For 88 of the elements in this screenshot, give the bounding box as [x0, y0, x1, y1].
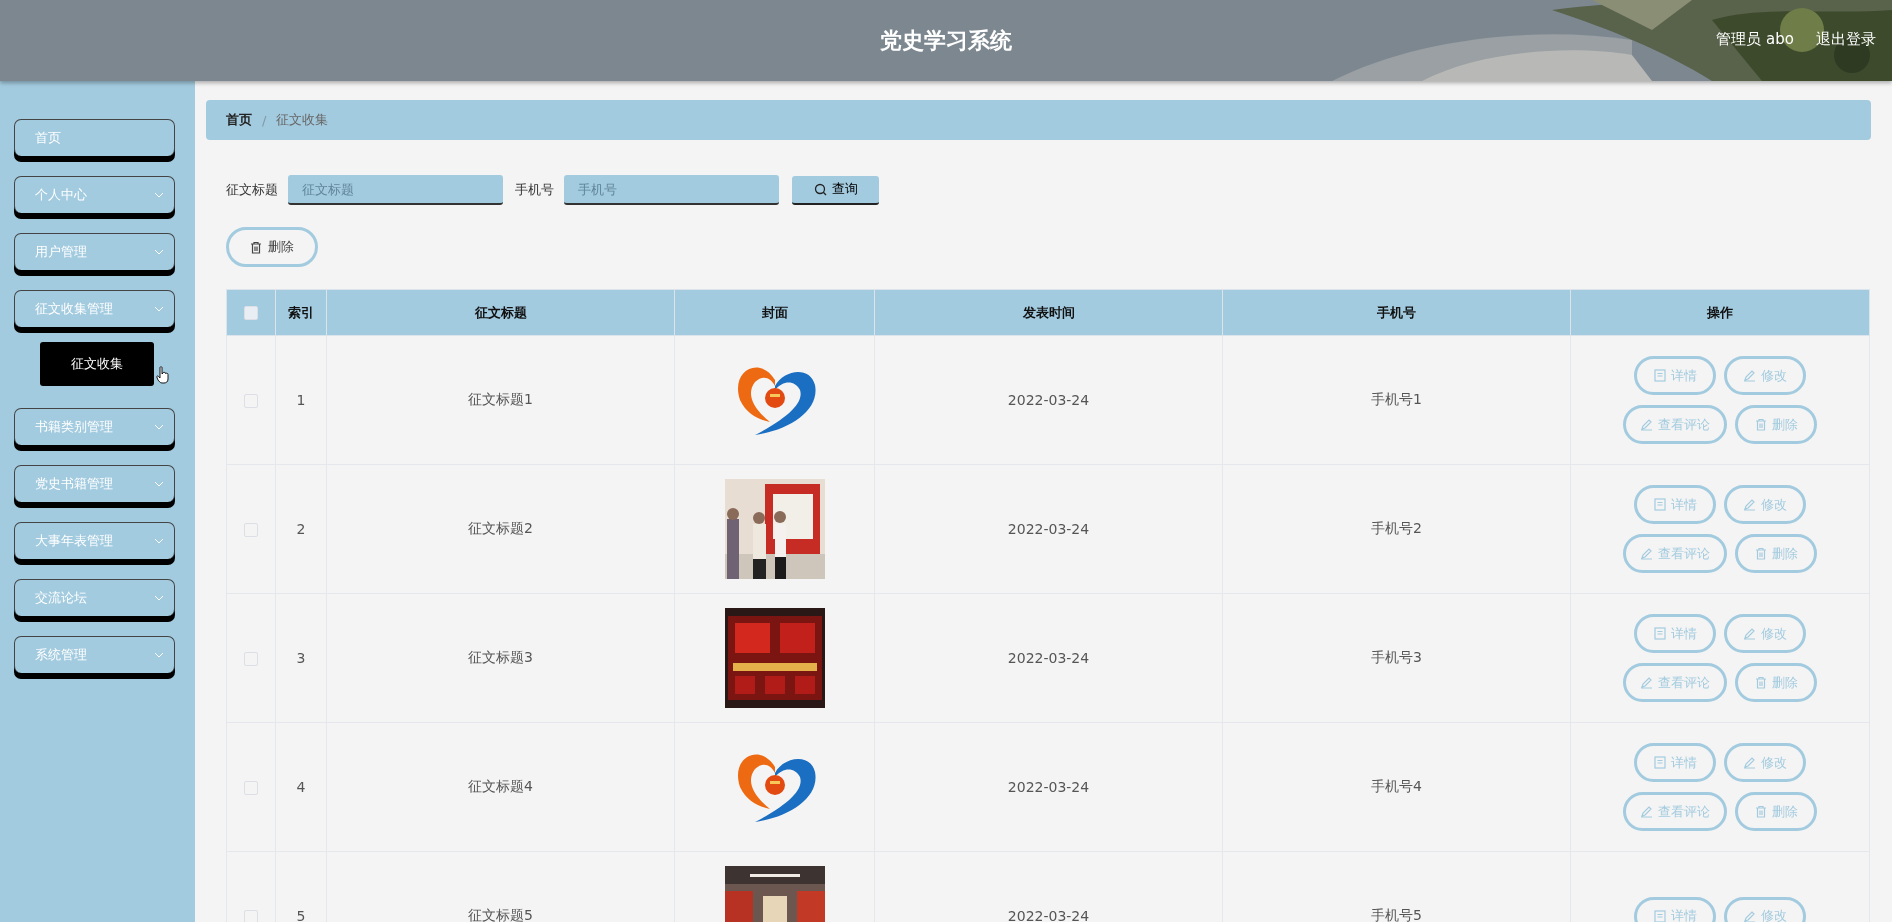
table-cell: 征文标题2 [326, 464, 675, 594]
action-button[interactable]: 修改 [1724, 485, 1806, 524]
logout-link[interactable]: 退出登录 [1816, 30, 1876, 49]
action-button[interactable]: 查看评论 [1623, 792, 1727, 831]
row-checkbox[interactable] [244, 523, 258, 537]
row-checkbox[interactable] [244, 394, 258, 408]
action-button[interactable]: 删除 [1735, 663, 1817, 702]
table-cell: 2022-03-24 [874, 722, 1223, 852]
search-icon [813, 182, 827, 196]
search-field[interactable]: 手机号 [564, 175, 779, 205]
row-checkbox[interactable] [244, 781, 258, 795]
pencil-icon [1640, 547, 1653, 560]
document-icon [1653, 369, 1666, 382]
trash-icon [1754, 547, 1767, 560]
chevron-icon [154, 192, 164, 198]
pencil-icon [1640, 676, 1653, 689]
action-button[interactable]: 查看评论 [1623, 534, 1727, 573]
trash-icon [1754, 805, 1767, 818]
pencil-icon [1743, 909, 1756, 922]
action-button[interactable]: 查看评论 [1623, 663, 1727, 702]
action-button[interactable]: 修改 [1724, 896, 1806, 922]
action-button[interactable]: 详情 [1634, 356, 1716, 395]
table-cell: 手机号3 [1222, 593, 1571, 723]
table-cell: 1 [275, 335, 327, 465]
table-cell: 2 [275, 464, 327, 594]
action-button[interactable]: 修改 [1724, 614, 1806, 653]
breadcrumb-separator: / [262, 112, 267, 128]
action-button[interactable]: 删除 [1735, 405, 1817, 444]
document-icon [1653, 627, 1666, 640]
column-header: 征文标题 [326, 289, 675, 336]
table-cell: 手机号1 [1222, 335, 1571, 465]
document-icon [1653, 756, 1666, 769]
pencil-icon [1640, 418, 1653, 431]
column-header: 操作 [1570, 289, 1870, 336]
breadcrumb-link[interactable]: 首页 [226, 111, 252, 129]
delete-button[interactable]: 删除 [226, 227, 318, 267]
column-header: 封面 [674, 289, 875, 336]
table-cell: 2022-03-24 [874, 335, 1223, 465]
row-checkbox[interactable] [244, 910, 258, 922]
action-button[interactable]: 详情 [1634, 896, 1716, 922]
search-field[interactable]: 征文标题 [288, 175, 503, 205]
document-icon [1653, 909, 1666, 922]
action-button[interactable]: 删除 [1735, 792, 1817, 831]
pencil-icon [1743, 756, 1756, 769]
row-checkbox[interactable] [244, 652, 258, 666]
table-cell: 手机号2 [1222, 464, 1571, 594]
action-button[interactable]: 修改 [1724, 356, 1806, 395]
pencil-icon [1743, 369, 1756, 382]
table-cell: 征文标题4 [326, 722, 675, 852]
table-cell: 3 [275, 593, 327, 723]
document-icon [1653, 498, 1666, 511]
chevron-icon [154, 595, 164, 601]
action-button[interactable]: 详情 [1634, 743, 1716, 782]
column-header: 索引 [275, 289, 327, 336]
field-label: 手机号 [515, 181, 554, 199]
select-all-checkbox[interactable] [244, 306, 258, 321]
app-title: 党史学习系统 [880, 26, 1012, 55]
table-cell: 2022-03-24 [874, 593, 1223, 723]
chevron-icon [154, 249, 164, 255]
column-header: 手机号 [1222, 289, 1571, 336]
pencil-icon [1743, 627, 1756, 640]
trash-icon [1754, 418, 1767, 431]
action-button[interactable]: 查看评论 [1623, 405, 1727, 444]
pencil-icon [1640, 805, 1653, 818]
trash-icon [250, 240, 262, 254]
chevron-icon [154, 538, 164, 544]
chevron-icon [154, 481, 164, 487]
action-button[interactable]: 详情 [1634, 614, 1716, 653]
chevron-icon [154, 652, 164, 658]
breadcrumb-link[interactable]: 征文收集 [276, 111, 329, 129]
table-cell: 2022-03-24 [874, 464, 1223, 594]
search-button[interactable]: 查询 [792, 175, 879, 205]
pencil-icon [1743, 498, 1756, 511]
action-button[interactable]: 删除 [1735, 534, 1817, 573]
table-cell: 手机号4 [1222, 722, 1571, 852]
submenu-item[interactable]: 征文收集 [40, 342, 154, 386]
hand-cursor-icon [156, 366, 170, 384]
table-cell: 征文标题3 [326, 593, 675, 723]
user-label: 管理员 abo [1716, 30, 1794, 49]
chevron-icon [154, 306, 164, 312]
chevron-icon [154, 424, 164, 430]
action-button[interactable]: 详情 [1634, 485, 1716, 524]
table-cell: 4 [275, 722, 327, 852]
field-label: 征文标题 [226, 181, 278, 199]
column-header: 发表时间 [874, 289, 1223, 336]
action-button[interactable]: 修改 [1724, 743, 1806, 782]
trash-icon [1754, 676, 1767, 689]
table-cell: 征文标题1 [326, 335, 675, 465]
